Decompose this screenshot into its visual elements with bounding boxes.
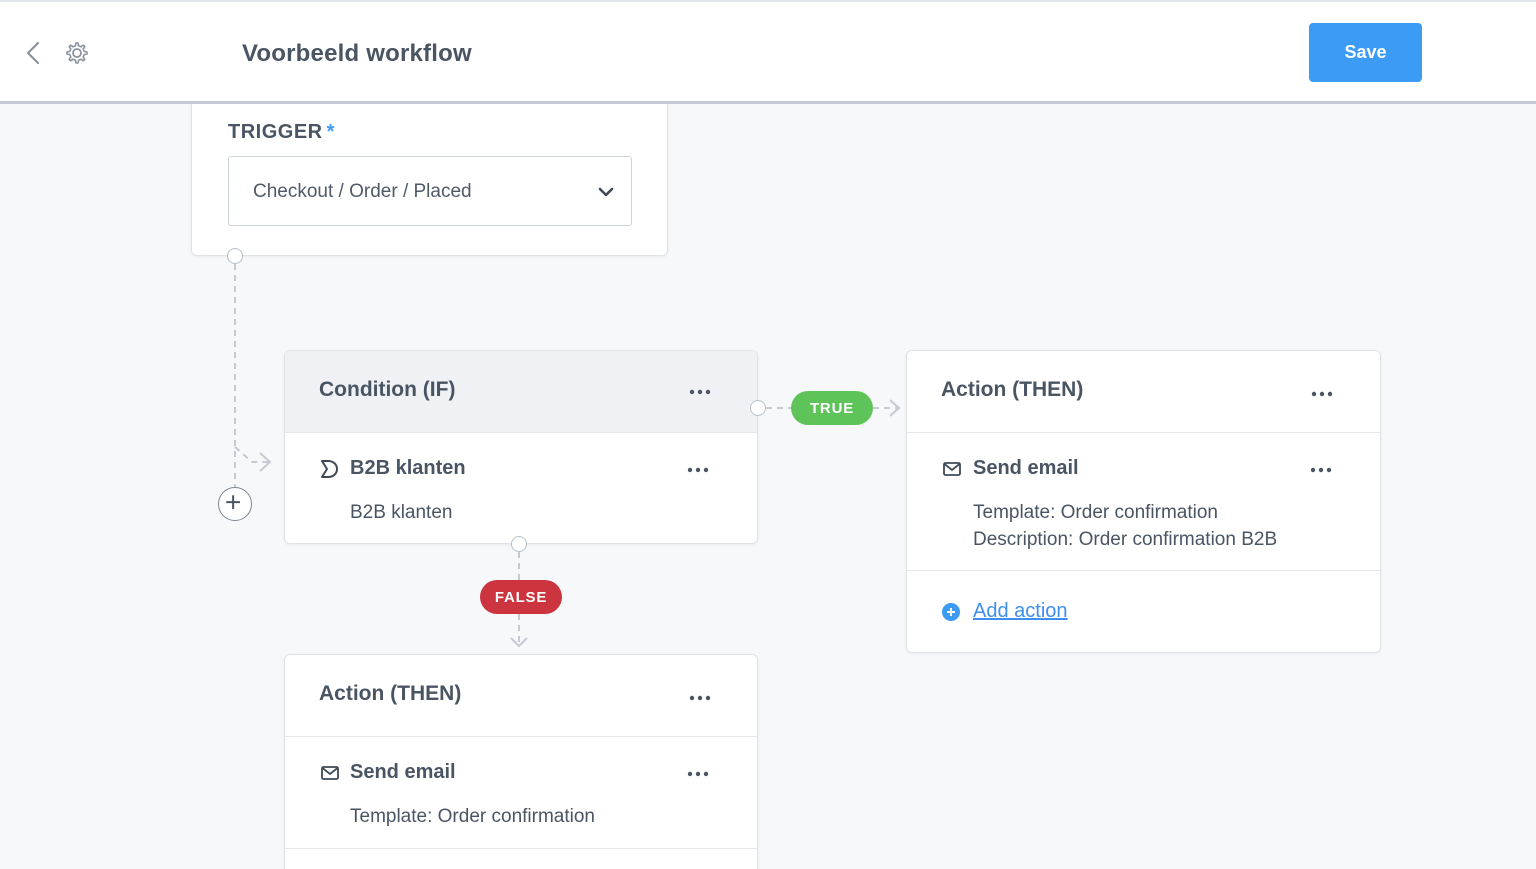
action-true-item-title: Send email [973,457,1079,479]
plus-icon [226,495,240,509]
envelope-icon [943,462,961,476]
condition-title: Condition (IF) [319,378,456,401]
more-options-icon[interactable] [686,769,710,779]
action-false-card: Action (THEN) Send email Template: Order… [284,654,758,869]
condition-item-title: B2B klanten [350,457,466,479]
trigger-select[interactable]: Checkout / Order / Placed [228,156,632,226]
trigger-card: TRIGGER * Checkout / Order / Placed [191,90,668,256]
trigger-label-text: TRIGGER [228,121,323,143]
condition-card: Condition (IF) B2B klanten B2B klanten [284,350,758,544]
page-title: Voorbeeld workflow [242,40,472,67]
chevron-down-icon [598,187,614,197]
required-marker: * [326,121,335,143]
more-options-icon[interactable] [688,693,712,703]
action-true-template: Template: Order confirmation [973,502,1218,523]
save-button[interactable]: Save [1309,23,1422,82]
trigger-select-value: Checkout / Order / Placed [253,181,472,202]
condition-item-subtitle: B2B klanten [350,502,453,523]
condition-card-header: Condition (IF) [285,351,757,433]
envelope-icon [321,766,339,780]
action-false-template: Template: Order confirmation [350,806,595,827]
condition-false-node[interactable] [511,536,527,552]
action-true-description: Description: Order confirmation B2B [973,529,1278,550]
more-options-icon[interactable] [1310,389,1334,399]
back-chevron-icon[interactable] [22,40,44,66]
false-branch-badge: FALSE [480,580,562,614]
segment-icon [321,460,338,478]
action-true-card-header: Action (THEN) [907,351,1380,433]
add-circle-icon[interactable] [942,603,960,621]
more-options-icon[interactable] [1309,465,1333,475]
plus-icon [947,608,955,616]
divider [907,570,1380,571]
more-options-icon[interactable] [686,465,710,475]
action-false-item-title: Send email [350,761,456,783]
trigger-label: TRIGGER * [228,121,335,144]
add-action-link[interactable]: Add action [973,600,1068,623]
top-bar: Voorbeeld workflow Save [0,0,1536,104]
add-step-button[interactable] [218,487,252,521]
condition-true-node[interactable] [750,400,766,416]
more-options-icon[interactable] [688,387,712,397]
action-false-card-header: Action (THEN) [285,655,757,737]
gear-icon[interactable] [64,40,90,66]
action-true-title: Action (THEN) [941,378,1084,401]
trigger-output-node[interactable] [227,248,243,264]
divider [285,848,757,849]
true-branch-badge: TRUE [791,391,873,425]
action-false-title: Action (THEN) [319,682,462,705]
